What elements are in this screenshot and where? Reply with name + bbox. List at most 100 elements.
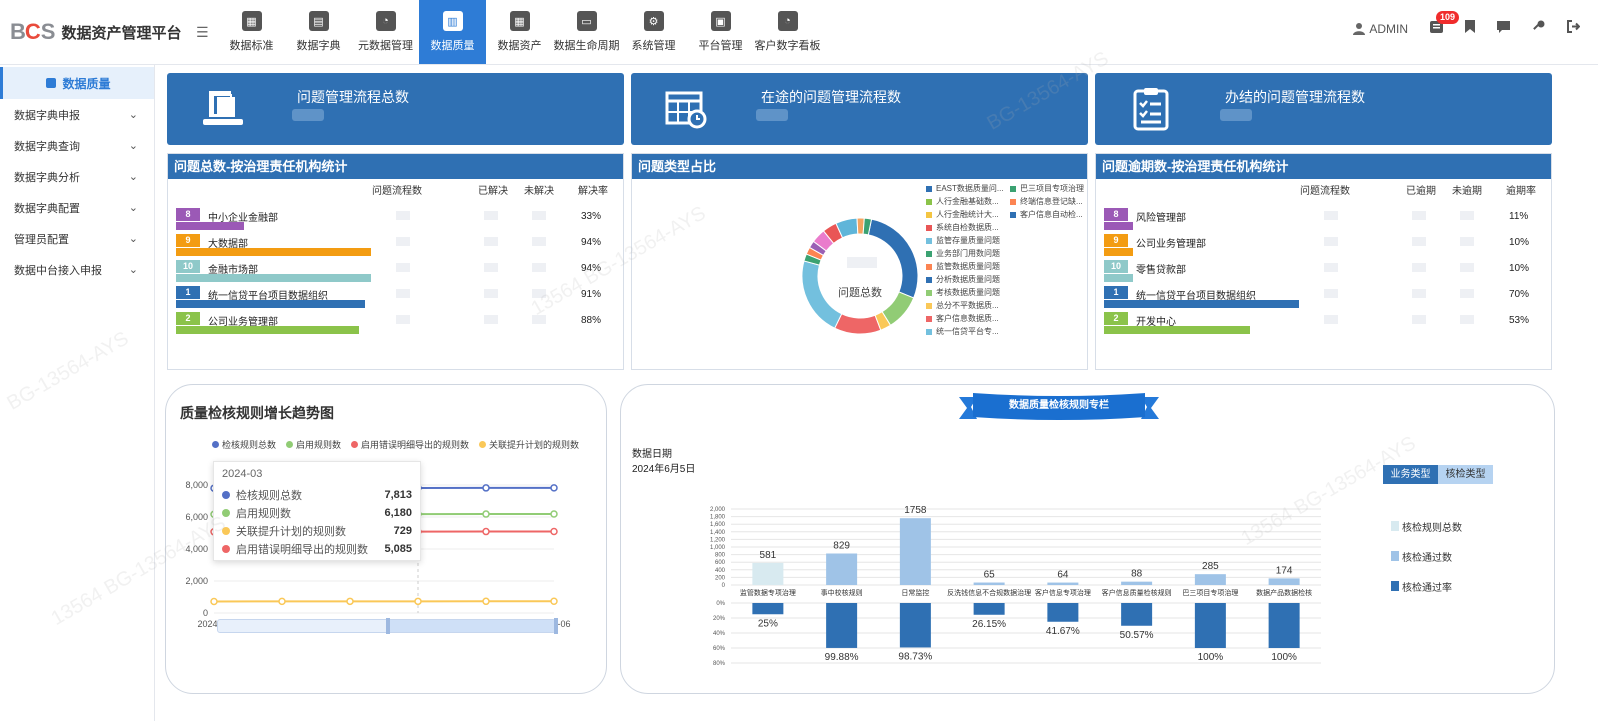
category-label: 反洗钱信息不合规数据治理	[947, 588, 1031, 597]
category-label: 事中校核规则	[821, 588, 863, 597]
legend-label: 分析数据质量问题	[936, 275, 1000, 284]
bar-total[interactable]	[973, 582, 1005, 585]
pie-icon: ◔	[375, 11, 396, 31]
nav-item-4[interactable]: ▦ 数据资产	[486, 0, 553, 64]
sidebar-item-5[interactable]: 数据中台接入申报 ⌄	[0, 254, 154, 285]
data-point[interactable]	[550, 597, 558, 606]
bar-total[interactable]	[1194, 574, 1226, 585]
bar-total[interactable]	[1121, 581, 1153, 585]
nav-item-7[interactable]: ▣ 平台管理	[687, 0, 754, 64]
legend-item[interactable]: 总分不平数据质...	[926, 299, 1004, 312]
legend-item[interactable]: 系统自检数据质...	[926, 221, 1004, 234]
trend-legend-item[interactable]: 启用规则数	[286, 438, 341, 451]
menu-toggle-icon[interactable]: ☰	[196, 24, 209, 41]
bar-total[interactable]	[899, 518, 931, 585]
data-point[interactable]	[550, 527, 558, 536]
legend-item[interactable]: 巴三项目专项治理	[1010, 182, 1084, 195]
datazoom-handle-left[interactable]	[386, 618, 390, 634]
bar-rate[interactable]	[899, 603, 931, 648]
datazoom-range[interactable]	[388, 620, 557, 632]
bookmark-button[interactable]	[1465, 20, 1475, 37]
bar-total[interactable]	[1268, 578, 1300, 585]
rate-value-label: 99.88%	[825, 652, 859, 663]
data-point[interactable]	[482, 597, 490, 606]
rate-value: 91%	[581, 289, 602, 300]
legend-swatch	[926, 315, 932, 322]
legend-item[interactable]: 业务部门用数问题	[926, 247, 1004, 260]
trend-legend-item[interactable]: 检核规则总数	[212, 438, 276, 451]
key-button[interactable]	[1532, 20, 1545, 37]
data-point[interactable]	[550, 484, 558, 492]
sidebar-item-3[interactable]: 数据字典配置 ⌄	[0, 192, 154, 223]
bar-rate[interactable]	[1121, 603, 1153, 626]
donut-slice-3[interactable]	[834, 313, 882, 335]
sidebar-item-1[interactable]: 数据字典查询 ⌄	[0, 130, 154, 161]
bar-rate[interactable]	[1268, 603, 1300, 648]
bar-legend-item[interactable]: 核检通过数	[1391, 541, 1462, 571]
bar-rate[interactable]	[973, 603, 1005, 615]
logout-button[interactable]	[1567, 20, 1581, 37]
legend-item[interactable]: EAST数据质量问...	[926, 182, 1004, 195]
logo[interactable]: B C S 数据资产管理平台	[10, 18, 181, 46]
tooltip-label: 启用规则数	[236, 508, 291, 520]
nav-item-8[interactable]: ◔ 客户数字看板	[754, 0, 821, 64]
toggle-check-type[interactable]: 核检类型	[1438, 465, 1493, 484]
user-menu[interactable]: ADMIN	[1353, 22, 1408, 36]
legend-item[interactable]: 统一信贷平台专...	[926, 325, 1004, 338]
notification-button[interactable]: 109	[1430, 11, 1460, 37]
nav-item-1[interactable]: ▤ 数据字典	[285, 0, 352, 64]
data-point[interactable]	[278, 597, 286, 606]
data-point[interactable]	[210, 597, 218, 606]
column-header: 解决率	[578, 186, 608, 197]
bar-rate[interactable]	[1047, 603, 1079, 622]
datazoom-handle-right[interactable]	[554, 618, 558, 634]
value-redacted	[1460, 263, 1474, 272]
nav-item-5[interactable]: ▭ 数据生命周期	[553, 0, 620, 64]
legend-item[interactable]: 人行金融统计大...	[926, 208, 1004, 221]
sidebar-item-2[interactable]: 数据字典分析 ⌄	[0, 161, 154, 192]
value-redacted	[1412, 237, 1426, 246]
bar-legend-item[interactable]: 核检通过率	[1391, 571, 1462, 601]
legend-swatch	[1010, 198, 1016, 205]
legend-item[interactable]: 监管数据质量问题	[926, 260, 1004, 273]
legend-item[interactable]: 监管存量质量问题	[926, 234, 1004, 247]
datazoom-slider[interactable]	[217, 618, 558, 634]
trend-legend-item[interactable]: 启用错误明细导出的规则数	[351, 438, 469, 451]
tooltip-label: 启用错误明细导出的规则数	[236, 544, 368, 556]
nav-item-6[interactable]: ⚙ 系统管理	[620, 0, 687, 64]
nav-item-0[interactable]: ▦ 数据标准	[218, 0, 285, 64]
legend-dot	[286, 441, 294, 448]
legend-label: 总分不平数据质...	[936, 301, 999, 310]
bar-total[interactable]	[826, 553, 858, 585]
data-point[interactable]	[414, 597, 422, 606]
data-point[interactable]	[482, 527, 490, 536]
data-point[interactable]	[482, 484, 490, 492]
legend-item[interactable]: 客户信息数据质...	[926, 312, 1004, 325]
legend-item[interactable]: 考核数据质量问题	[926, 286, 1004, 299]
legend-item[interactable]: 终端信息登记缺...	[1010, 195, 1084, 208]
data-point[interactable]	[550, 510, 558, 518]
bar-rate[interactable]	[1194, 603, 1226, 648]
bar-total[interactable]	[752, 562, 784, 585]
bar-total[interactable]	[1047, 582, 1079, 585]
legend-item[interactable]: 客户信息自动检...	[1010, 208, 1084, 221]
progress-bar	[1104, 300, 1299, 308]
sidebar-head[interactable]: 数据质量	[0, 67, 154, 99]
legend-item[interactable]: 分析数据质量问题	[926, 273, 1004, 286]
toggle-business-type[interactable]: 业务类型	[1383, 465, 1438, 484]
nav-item-3[interactable]: ▥ 数据质量	[419, 0, 486, 64]
sidebar-item-0[interactable]: 数据字典申报 ⌄	[0, 99, 154, 130]
data-point[interactable]	[346, 597, 354, 606]
message-button[interactable]	[1497, 20, 1510, 37]
legend-label: 启用规则数	[296, 440, 342, 450]
trend-legend-item[interactable]: 关联提升计划的规则数	[479, 438, 579, 451]
chevron-down-icon: ⌄	[128, 202, 138, 214]
bar-rate[interactable]	[826, 603, 858, 648]
bar-rate[interactable]	[752, 603, 784, 615]
bar-legend-item[interactable]: 核检规则总数	[1391, 511, 1462, 541]
nav-item-2[interactable]: ◔ 元数据管理	[352, 0, 419, 64]
sidebar-item-4[interactable]: 管理员配置 ⌄	[0, 223, 154, 254]
data-point[interactable]	[482, 510, 490, 518]
tooltip-label: 关联提升计划的规则数	[236, 526, 346, 538]
legend-item[interactable]: 人行金融基础数...	[926, 195, 1004, 208]
